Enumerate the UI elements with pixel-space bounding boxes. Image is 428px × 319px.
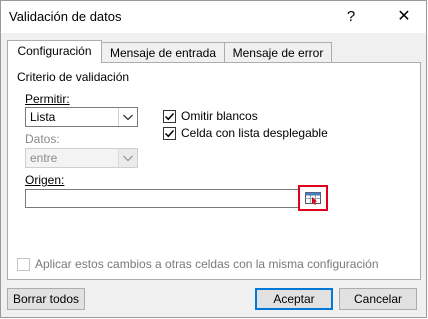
ignore-blank-label[interactable]: Omitir blancos — [181, 109, 258, 123]
tab-error-message-label: Mensaje de error — [232, 46, 324, 60]
collapse-dialog-icon — [305, 192, 321, 205]
tab-error-message[interactable]: Mensaje de error — [224, 42, 332, 62]
title-bar: Validación de datos ? ✕ — [1, 1, 426, 33]
data-label: Datos: — [25, 132, 60, 146]
close-button[interactable]: ✕ — [389, 5, 419, 29]
allow-dropdown[interactable]: Lista — [25, 107, 138, 127]
tab-settings[interactable]: Configuración — [7, 40, 102, 63]
data-dropdown: entre — [25, 148, 138, 168]
settings-panel: Criterio de validación Permitir: Lista D… — [7, 62, 421, 280]
clear-all-button[interactable]: Borrar todos — [7, 288, 85, 310]
help-button[interactable]: ? — [339, 5, 363, 29]
ignore-blank-checkbox[interactable] — [163, 110, 176, 123]
range-selector-button[interactable] — [298, 185, 328, 211]
in-cell-dropdown-label[interactable]: Celda con lista desplegable — [181, 126, 328, 140]
ok-button[interactable]: Aceptar — [255, 288, 333, 310]
checkmark-icon — [164, 112, 175, 121]
tab-input-message[interactable]: Mensaje de entrada — [101, 42, 225, 62]
data-dropdown-value: entre — [30, 151, 58, 165]
source-label: Origen: — [25, 173, 65, 187]
validation-criteria-heading: Criterio de validación — [17, 70, 130, 84]
ok-label: Aceptar — [273, 292, 315, 306]
chevron-down-icon — [118, 108, 137, 126]
data-validation-dialog: Validación de datos ? ✕ Configuración Me… — [0, 0, 427, 318]
cancel-label: Cancelar — [353, 292, 403, 306]
source-input[interactable] — [25, 189, 299, 208]
apply-to-all-label: Aplicar estos cambios a otras celdas con… — [35, 257, 379, 271]
tab-input-message-label: Mensaje de entrada — [109, 46, 217, 60]
dialog-title: Validación de datos — [9, 9, 122, 24]
cancel-button[interactable]: Cancelar — [339, 288, 417, 310]
allow-dropdown-value: Lista — [30, 110, 56, 124]
in-cell-dropdown-checkbox[interactable] — [163, 127, 176, 140]
clear-all-label: Borrar todos — [12, 292, 80, 306]
checkmark-icon — [164, 129, 175, 138]
tab-settings-label: Configuración — [17, 44, 92, 58]
chevron-down-icon — [118, 149, 137, 167]
apply-to-all-checkbox — [17, 258, 30, 271]
allow-label: Permitir: — [25, 92, 70, 106]
